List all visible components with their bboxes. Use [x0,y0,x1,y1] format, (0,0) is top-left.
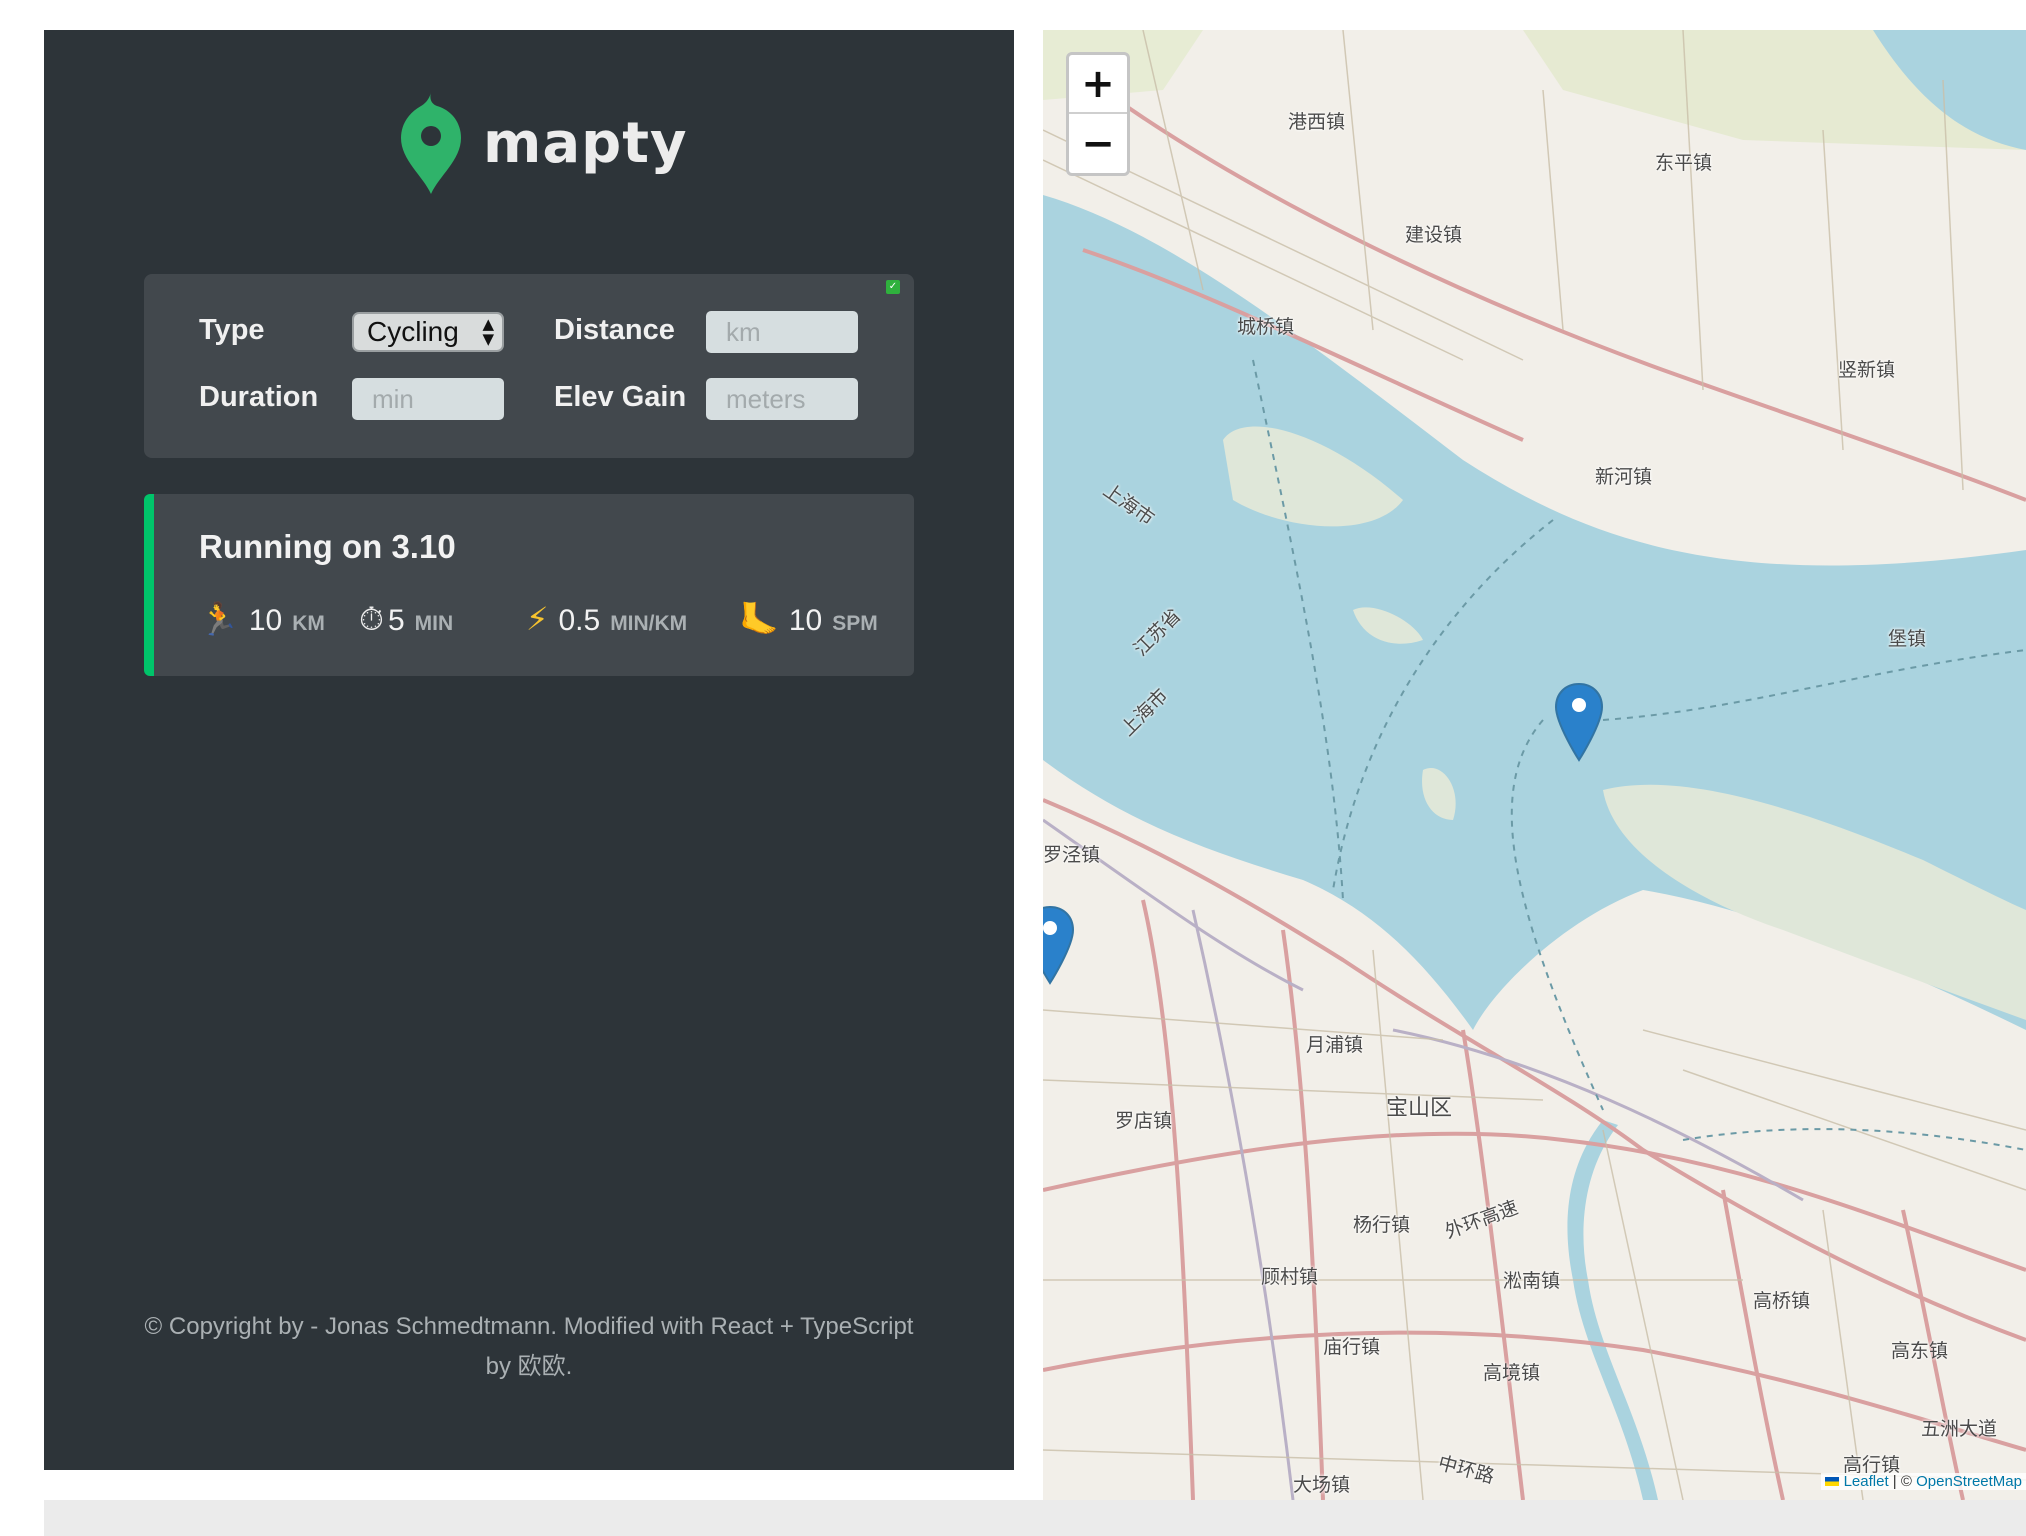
workout-distance: 🏃 10 KM [199,600,325,638]
duration-label: Duration [199,381,319,413]
place-label: 高东镇 [1891,1340,1949,1362]
map[interactable]: + − 港西镇 东平镇 建设镇 城桥镇 竖新镇 新河镇 堡镇 上海市 江苏省 上… [1043,30,2026,1500]
copyright: © Copyright by - Jonas Schmedtmann. Modi… [144,1313,914,1380]
logo: mapty [399,90,688,196]
distance-input[interactable] [706,311,858,353]
place-label: 罗泾镇 [1043,844,1101,866]
place-label: 新河镇 [1595,466,1653,488]
place-label: 堡镇 [1888,628,1927,650]
distance-label: Distance [554,314,675,346]
zoom-out-button[interactable]: − [1069,114,1127,173]
place-label: 杨行镇 [1353,1214,1411,1236]
map-pin-logo-icon [401,92,461,194]
workout-cadence: 🦶 10 SPM [739,600,878,638]
place-label: 淞南镇 [1503,1270,1561,1292]
distance-value: 10 [248,604,283,637]
pace-unit: MIN/KM [610,612,688,635]
cadence-unit: SPM [832,612,878,635]
sidebar: mapty ✓ Type Cycling ▲▼ Distance Duratio… [44,30,1014,1470]
type-select-value: Cycling [367,316,459,347]
lightning-icon: ⚡ [526,600,549,638]
place-label: 高境镇 [1483,1362,1541,1384]
place-label: 竖新镇 [1838,359,1896,381]
place-label: 港西镇 [1288,111,1346,133]
runner-icon: 🏃 [199,600,239,638]
checkmark-icon: ✓ [886,280,900,294]
place-label: 庙行镇 [1323,1336,1381,1358]
stopwatch-icon: ⏱ [359,600,384,638]
cadence-value: 10 [788,604,823,637]
leaflet-link[interactable]: Leaflet [1844,1473,1889,1490]
workout-duration: ⏱ 5 MIN [359,600,453,639]
place-label: 建设镇 [1405,224,1463,246]
place-label: 高桥镇 [1753,1290,1811,1312]
zoom-control: + − [1066,52,1130,176]
map-marker-icon[interactable] [1554,682,1604,762]
place-label: 宝山区 [1386,1096,1453,1121]
place-label: 顾村镇 [1261,1266,1319,1288]
map-marker-icon[interactable] [1043,905,1075,985]
app-name: mapty [483,110,688,176]
duration-input[interactable] [352,378,504,420]
place-label: 东平镇 [1655,152,1713,174]
attribution-separator: | © [1888,1473,1917,1490]
place-label: 大场镇 [1293,1474,1351,1496]
place-label: 罗店镇 [1115,1110,1173,1132]
osm-link[interactable]: OpenStreetMap [1916,1473,2022,1490]
workout-form: ✓ Type Cycling ▲▼ Distance Duration Elev… [144,274,914,458]
footprint-icon: 🦶 [739,600,779,638]
type-label: Type [199,314,265,346]
workout-title: Running on 3.10 [199,528,456,565]
type-select[interactable]: Cycling ▲ ▼ [352,312,504,352]
ukraine-flag-icon [1825,1477,1840,1486]
place-label: 五洲大道 [1921,1418,1998,1440]
duration-value: 5 [387,604,405,637]
select-arrows-icon: ▲ ▼ [482,315,494,348]
place-label: 月浦镇 [1306,1034,1364,1056]
workout-card[interactable]: Running on 3.10 🏃 10 KM ⏱ 5 MIN ⚡ 0.5 MI… [144,494,914,676]
place-label: 城桥镇 [1237,316,1295,338]
elev-gain-label: Elev Gain [554,381,687,413]
distance-unit: KM [292,612,325,635]
map-attribution: Leaflet | © OpenStreetMap [1821,1473,2026,1490]
bottom-bar [44,1500,2026,1536]
workout-pace: ⚡ 0.5 MIN/KM [526,600,687,638]
duration-unit: MIN [414,612,454,635]
elev-gain-input[interactable] [706,378,858,420]
zoom-in-button[interactable]: + [1069,55,1127,114]
pace-value: 0.5 [558,604,601,637]
